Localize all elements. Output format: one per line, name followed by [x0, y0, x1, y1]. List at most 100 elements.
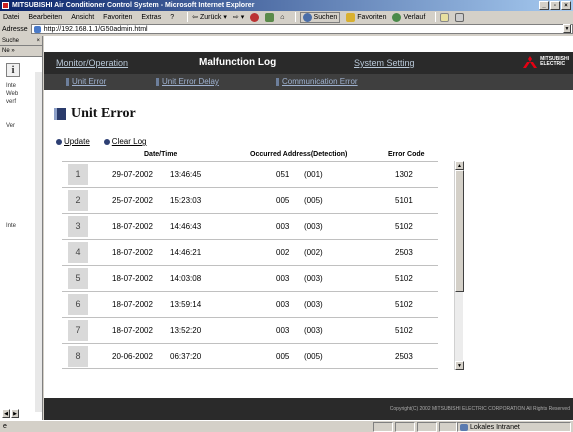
address-bar: Adresse http://192.168.1.1/G50admin.html — [0, 23, 573, 35]
tab-marker-icon — [156, 77, 159, 86]
status-pane — [395, 422, 415, 432]
row-detection: (005) — [304, 196, 323, 205]
tab-communication-error[interactable]: Communication Error — [276, 77, 358, 86]
close-button[interactable]: × — [561, 1, 571, 10]
bullet-icon — [56, 138, 62, 145]
row-time: 14:03:08 — [170, 274, 202, 283]
heading-square-icon — [54, 108, 66, 120]
search-sidepanel: Suche × Ne » i Inte Web verf Ver Inte ◀ … — [0, 36, 43, 420]
row-error-code: 5102 — [395, 300, 413, 309]
row-time: 06:37:20 — [170, 352, 202, 361]
row-detection: (001) — [304, 170, 323, 179]
scroll-down-icon[interactable]: ▼ — [455, 361, 464, 370]
table-scrollbar[interactable]: ▲ ▼ — [454, 161, 464, 370]
refresh-button[interactable] — [265, 12, 275, 22]
page-footer: Copyright(C) 2002 MITSUBISHI ELECTRIC CO… — [44, 398, 573, 420]
page-content: Monitor/Operation Malfunction Log System… — [44, 36, 573, 420]
menu-ansicht[interactable]: Ansicht — [71, 14, 94, 21]
table-row: 2 25-07-2002 15:23:03 005 (005) 5101 — [62, 187, 438, 213]
table-row: 6 18-07-2002 13:59:14 003 (003) 5102 — [62, 291, 438, 317]
back-arrow-icon: ⇦ — [192, 14, 198, 21]
stop-button[interactable] — [250, 12, 260, 22]
row-time: 15:23:03 — [170, 196, 202, 205]
row-time: 13:46:45 — [170, 170, 202, 179]
nav-system-setting[interactable]: System Setting — [354, 58, 415, 68]
table-row: 1 29-07-2002 13:46:45 051 (001) 1302 — [62, 161, 438, 187]
toolbar-separator — [187, 12, 189, 22]
sidepanel-hscroll[interactable]: ◀ ▶ — [2, 409, 19, 418]
row-error-code: 5102 — [395, 274, 413, 283]
row-detection: (003) — [304, 222, 323, 231]
minimize-button[interactable]: _ — [539, 1, 549, 10]
row-address: 005 — [276, 196, 290, 205]
mitsubishi-logo: MITSUBISHI ELECTRIC — [523, 56, 569, 68]
row-number: 6 — [68, 294, 88, 315]
sidepanel-scrollbar[interactable] — [35, 72, 42, 412]
tab-unit-error[interactable]: Unit Error — [66, 77, 106, 86]
maximize-button[interactable]: ▫ — [550, 1, 560, 10]
back-button[interactable]: ⇦ Zurück ▾ — [192, 13, 227, 22]
menu-favoriten[interactable]: Favoriten — [103, 14, 132, 21]
toolbar-separator — [435, 12, 437, 22]
table-row: 8 20-06-2002 06:37:20 005 (005) 2503 — [62, 343, 438, 369]
sidepanel-new-button[interactable]: Ne » — [2, 48, 15, 54]
chevron-down-icon: ▾ — [240, 14, 245, 21]
sidepanel-toolbar[interactable]: Ne » — [0, 46, 42, 57]
address-url: http://192.168.1.1/G50admin.html — [43, 25, 148, 33]
update-link[interactable]: Update — [56, 137, 90, 146]
row-number: 8 — [68, 346, 88, 367]
page-actions: Update Clear Log — [56, 137, 146, 146]
row-detection: (003) — [304, 326, 323, 335]
search-button[interactable]: Suchen — [299, 11, 341, 23]
search-icon — [302, 12, 312, 22]
favorites-button[interactable]: Favoriten — [346, 12, 386, 22]
menu-help[interactable]: ? — [170, 14, 174, 21]
nav-monitor-operation[interactable]: Monitor/Operation — [56, 58, 128, 68]
home-icon: ⌂ — [280, 13, 285, 21]
row-number: 7 — [68, 320, 88, 341]
scrollbar-thumb[interactable] — [455, 170, 464, 292]
menu-extras[interactable]: Extras — [141, 14, 161, 21]
row-address: 003 — [276, 274, 290, 283]
row-error-code: 5102 — [395, 326, 413, 335]
print-icon — [455, 12, 465, 22]
history-button[interactable]: Verlauf — [392, 12, 425, 22]
refresh-icon — [265, 12, 275, 22]
row-detection: (003) — [304, 300, 323, 309]
col-datetime: Date/Time — [144, 151, 178, 158]
tab-marker-icon — [276, 77, 279, 86]
logo-text: MITSUBISHI ELECTRIC — [540, 56, 569, 67]
mail-button[interactable] — [440, 12, 450, 22]
mitsubishi-diamonds-icon — [523, 56, 538, 68]
menu-datei[interactable]: Datei — [3, 14, 19, 21]
row-address: 003 — [276, 222, 290, 231]
tab-marker-icon — [66, 77, 69, 86]
row-error-code: 1302 — [395, 170, 413, 179]
window-title: MITSUBISHI Air Conditioner Control Syste… — [12, 2, 255, 9]
chevron-down-icon: ▾ — [223, 14, 227, 21]
forward-button[interactable]: ⇨ ▾ — [233, 13, 244, 21]
copyright-text: Copyright(C) 2002 MITSUBISHI ELECTRIC CO… — [389, 406, 570, 412]
scroll-left-icon[interactable]: ◀ — [2, 409, 10, 418]
scroll-up-icon[interactable]: ▲ — [455, 161, 464, 170]
status-pane — [417, 422, 437, 432]
menu-bearbeiten[interactable]: Bearbeiten — [28, 14, 62, 21]
status-bar: e Lokales Intranet — [0, 420, 573, 432]
row-number: 5 — [68, 268, 88, 289]
table-row: 7 18-07-2002 13:52:20 003 (003) 5102 — [62, 317, 438, 343]
tab-unit-error-delay[interactable]: Unit Error Delay — [156, 77, 219, 86]
print-button[interactable] — [455, 12, 465, 22]
home-button[interactable]: ⌂ — [280, 14, 284, 21]
row-address: 003 — [276, 326, 290, 335]
page-icon — [33, 25, 41, 33]
nav-title: Malfunction Log — [199, 57, 277, 68]
address-input[interactable]: http://192.168.1.1/G50admin.html — [30, 24, 573, 34]
sidepanel-close-icon[interactable]: × — [36, 36, 40, 45]
clear-log-link[interactable]: Clear Log — [103, 137, 146, 146]
address-label: Adresse — [2, 25, 28, 33]
mail-icon — [440, 12, 450, 22]
address-dropdown-icon[interactable]: ▼ — [563, 24, 571, 33]
status-pane — [373, 422, 393, 432]
sidepanel-header: Suche × — [0, 36, 42, 46]
scroll-right-icon[interactable]: ▶ — [11, 409, 19, 418]
